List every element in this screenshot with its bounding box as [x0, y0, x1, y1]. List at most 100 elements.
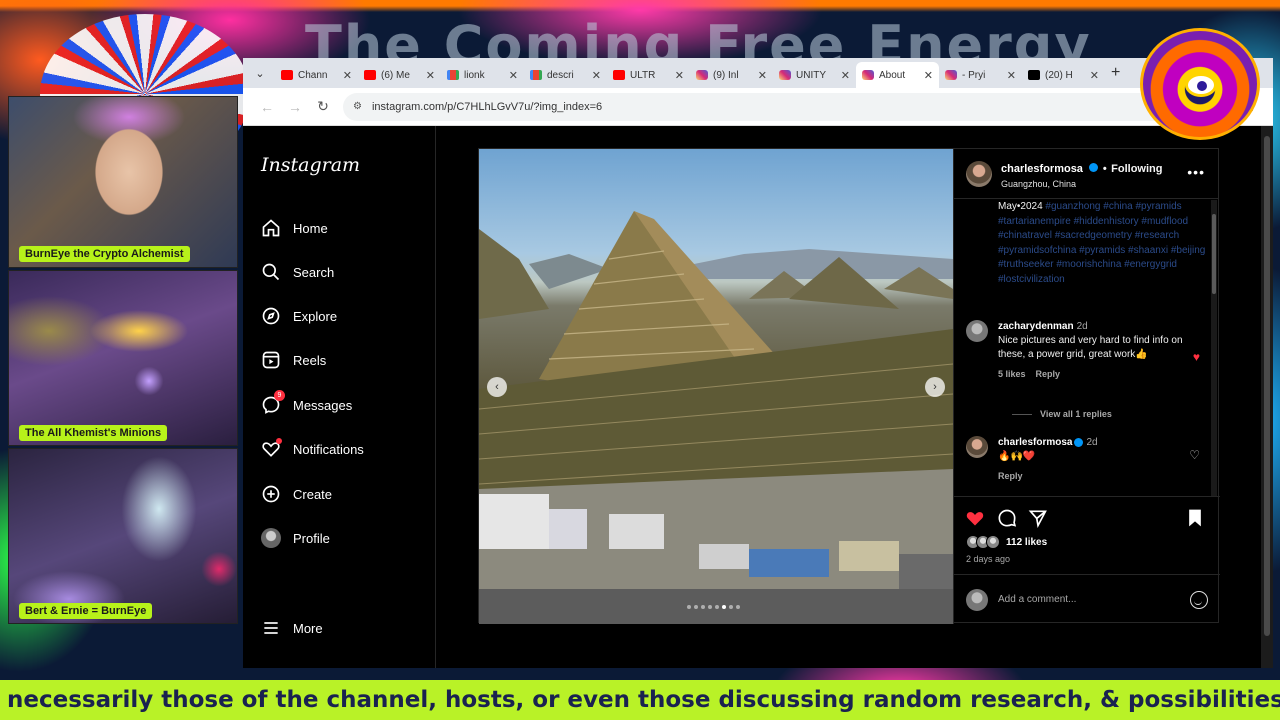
- reply-button[interactable]: Reply: [998, 471, 1023, 481]
- sidebar-item-search[interactable]: Search: [261, 260, 334, 284]
- more-options-icon[interactable]: •••: [1187, 164, 1205, 180]
- instagram-icon: [945, 70, 957, 80]
- sidebar-item-more[interactable]: More: [261, 616, 323, 640]
- browser-tab[interactable]: (20) H ✕: [1022, 62, 1105, 88]
- reels-icon: [261, 350, 281, 370]
- comment-like-heart-icon[interactable]: ♥: [1193, 350, 1200, 364]
- youtube-icon: [281, 70, 293, 80]
- following-button[interactable]: Following: [1111, 163, 1162, 175]
- new-tab-button[interactable]: +: [1111, 64, 1120, 82]
- sidebar-item-notifications[interactable]: Notifications: [261, 437, 364, 461]
- carousel-dot: [736, 605, 740, 609]
- comment-text: Nice pictures and very hard to find info…: [998, 335, 1183, 360]
- reload-icon[interactable]: ↻: [309, 98, 337, 115]
- comment-time: 2d: [1076, 321, 1088, 332]
- post-timestamp: 2 days ago: [966, 554, 1011, 564]
- add-comment-input[interactable]: Add a comment...: [998, 594, 1190, 605]
- browser-window: ⌄ Chann ✕ (6) Me ✕ lionk ✕ descri ✕ ULTR ✕ (9…: [243, 58, 1273, 668]
- reply-button[interactable]: Reply: [1036, 369, 1061, 379]
- plus-icon: [261, 484, 281, 504]
- search-icon: [261, 262, 281, 282]
- post-details-panel: charlesformosa • Following Guangzhou, Ch…: [953, 149, 1220, 624]
- sidebar-item-profile[interactable]: Profile: [261, 526, 330, 550]
- likes-summary[interactable]: 112 likes: [966, 535, 1047, 549]
- sidebar-item-label: More: [293, 620, 323, 636]
- comment-username[interactable]: zacharydenman: [998, 321, 1074, 332]
- save-bookmark-icon[interactable]: [1184, 507, 1206, 529]
- verified-badge-icon: [1089, 162, 1099, 172]
- browser-tab[interactable]: Chann ✕: [275, 62, 358, 88]
- sidebar-item-label: Profile: [293, 530, 330, 546]
- follow-separator: •: [1102, 162, 1107, 175]
- browser-tab[interactable]: lionk ✕: [441, 62, 524, 88]
- verified-badge-icon: [1074, 437, 1084, 447]
- comment-like-heart-icon[interactable]: ♡: [1189, 448, 1200, 462]
- url-text: instagram.com/p/C7HLhLGvV7u/?img_index=6: [371, 100, 603, 113]
- author-username[interactable]: charlesformosa: [1001, 163, 1083, 175]
- eye-icon: [1185, 73, 1217, 97]
- hamburger-menu-icon: [261, 618, 281, 638]
- sidebar-item-label: Create: [293, 486, 333, 502]
- site-info-icon[interactable]: ⚙: [353, 101, 362, 112]
- close-icon[interactable]: ✕: [426, 69, 435, 82]
- gmail-icon: [447, 70, 459, 80]
- channel-logo: [1140, 28, 1260, 140]
- avatar[interactable]: [966, 160, 992, 187]
- avatar[interactable]: [966, 436, 988, 458]
- carousel-next-button[interactable]: ›: [925, 377, 945, 397]
- post-actions: 112 likes 2 days ago: [954, 496, 1220, 574]
- close-icon[interactable]: ✕: [592, 69, 601, 82]
- comment-likes[interactable]: 5 likes: [998, 369, 1026, 379]
- instagram-icon: [862, 70, 874, 80]
- sidebar-item-label: Explore: [293, 308, 338, 324]
- caption-hashtags[interactable]: #guanzhong #china #pyramids #tartarianem…: [998, 201, 1205, 285]
- ticker-text: t necessarily those of the channel, host…: [0, 687, 1280, 713]
- browser-tab[interactable]: (6) Me ✕: [358, 62, 441, 88]
- cam-label: The All Khemist's Minions: [19, 425, 168, 441]
- url-input[interactable]: ⚙ instagram.com/p/C7HLhLGvV7u/?img_index…: [343, 92, 1201, 121]
- close-icon[interactable]: ✕: [675, 69, 684, 82]
- browser-tab[interactable]: - Pryi ✕: [939, 62, 1022, 88]
- caption-text: May•2024: [998, 201, 1043, 212]
- share-send-icon[interactable]: [1027, 507, 1049, 529]
- forward-arrow-icon[interactable]: →: [281, 99, 309, 115]
- browser-tab[interactable]: ULTR ✕: [607, 62, 690, 88]
- close-icon[interactable]: ✕: [1090, 69, 1099, 82]
- sidebar-item-reels[interactable]: Reels: [261, 348, 326, 372]
- messenger-icon: 9: [261, 390, 285, 415]
- like-heart-icon[interactable]: [964, 507, 986, 529]
- browser-tab[interactable]: (9) Inl ✕: [690, 62, 773, 88]
- sidebar-item-messages[interactable]: 9 Messages: [261, 390, 352, 417]
- compass-icon: [261, 306, 281, 326]
- comment-username[interactable]: charlesformosa: [998, 437, 1072, 448]
- close-icon[interactable]: ✕: [924, 69, 933, 82]
- emoji-smiley-icon[interactable]: [1190, 590, 1208, 609]
- sidebar-item-create[interactable]: Create: [261, 482, 332, 506]
- close-icon[interactable]: ✕: [758, 69, 767, 82]
- browser-tab[interactable]: descri ✕: [524, 62, 607, 88]
- post-location[interactable]: Guangzhou, China: [1001, 179, 1162, 189]
- comments-scrollbar[interactable]: [1211, 200, 1217, 496]
- browser-tab[interactable]: UNITY ✕: [773, 62, 856, 88]
- carousel-dots: [687, 605, 740, 609]
- close-icon[interactable]: ✕: [1007, 69, 1016, 82]
- tab-search-chevron-icon[interactable]: ⌄: [251, 64, 269, 82]
- browser-tab-active[interactable]: About ✕: [856, 62, 939, 88]
- close-icon[interactable]: ✕: [509, 69, 518, 82]
- carousel-prev-button[interactable]: ‹: [487, 377, 507, 397]
- disclaimer-ticker: t necessarily those of the channel, host…: [0, 680, 1280, 720]
- page-scrollbar[interactable]: [1261, 126, 1273, 668]
- back-arrow-icon[interactable]: ←: [253, 99, 281, 115]
- sidebar-item-home[interactable]: Home: [261, 216, 328, 240]
- post-caption: May•2024 #guanzhong #china #pyramids #ta…: [998, 200, 1206, 287]
- sidebar-item-explore[interactable]: Explore: [261, 304, 337, 328]
- close-icon[interactable]: ✕: [343, 69, 352, 82]
- post-image[interactable]: ‹ ›: [479, 149, 953, 624]
- avatar[interactable]: [966, 320, 988, 342]
- comment-bubble-icon[interactable]: [996, 507, 1018, 529]
- view-replies-button[interactable]: View all 1 replies: [1012, 409, 1112, 419]
- comment-text: 🔥🙌❤️: [998, 451, 1036, 462]
- close-icon[interactable]: ✕: [841, 69, 850, 82]
- carousel-dot: [694, 605, 698, 609]
- instagram-logo[interactable]: Instagram: [261, 154, 360, 176]
